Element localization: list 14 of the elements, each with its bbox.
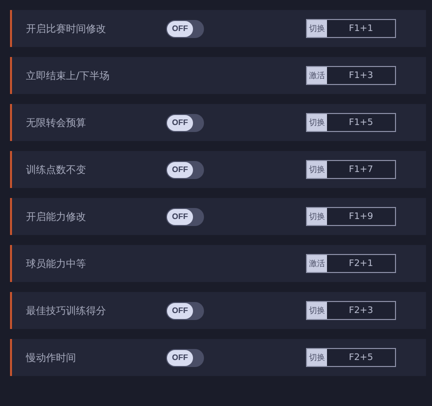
toggle-switch[interactable]: OFF	[166, 160, 204, 178]
cheat-label: 慢动作时间	[24, 352, 77, 364]
cheat-label: 无限转会预算	[25, 116, 87, 130]
toggle-switch[interactable]: OFF	[166, 348, 204, 366]
cheat-label: 训练点数不变	[25, 164, 87, 176]
cheat-label: 立即结束上/下半场	[25, 70, 110, 82]
toggle-switch[interactable]: OFF	[166, 302, 204, 320]
cheat-label: 球员能力中等	[25, 258, 87, 270]
toggle-switch[interactable]: OFF	[166, 114, 204, 132]
toggle-switch[interactable]: OFF	[166, 20, 204, 38]
cheat-label: 开启能力修改	[25, 210, 87, 224]
toggle-switch[interactable]: OFF	[166, 208, 204, 226]
cheat-label: 最佳技巧训练得分	[25, 304, 107, 318]
cheat-label: 开启比赛时间修改	[25, 22, 107, 36]
